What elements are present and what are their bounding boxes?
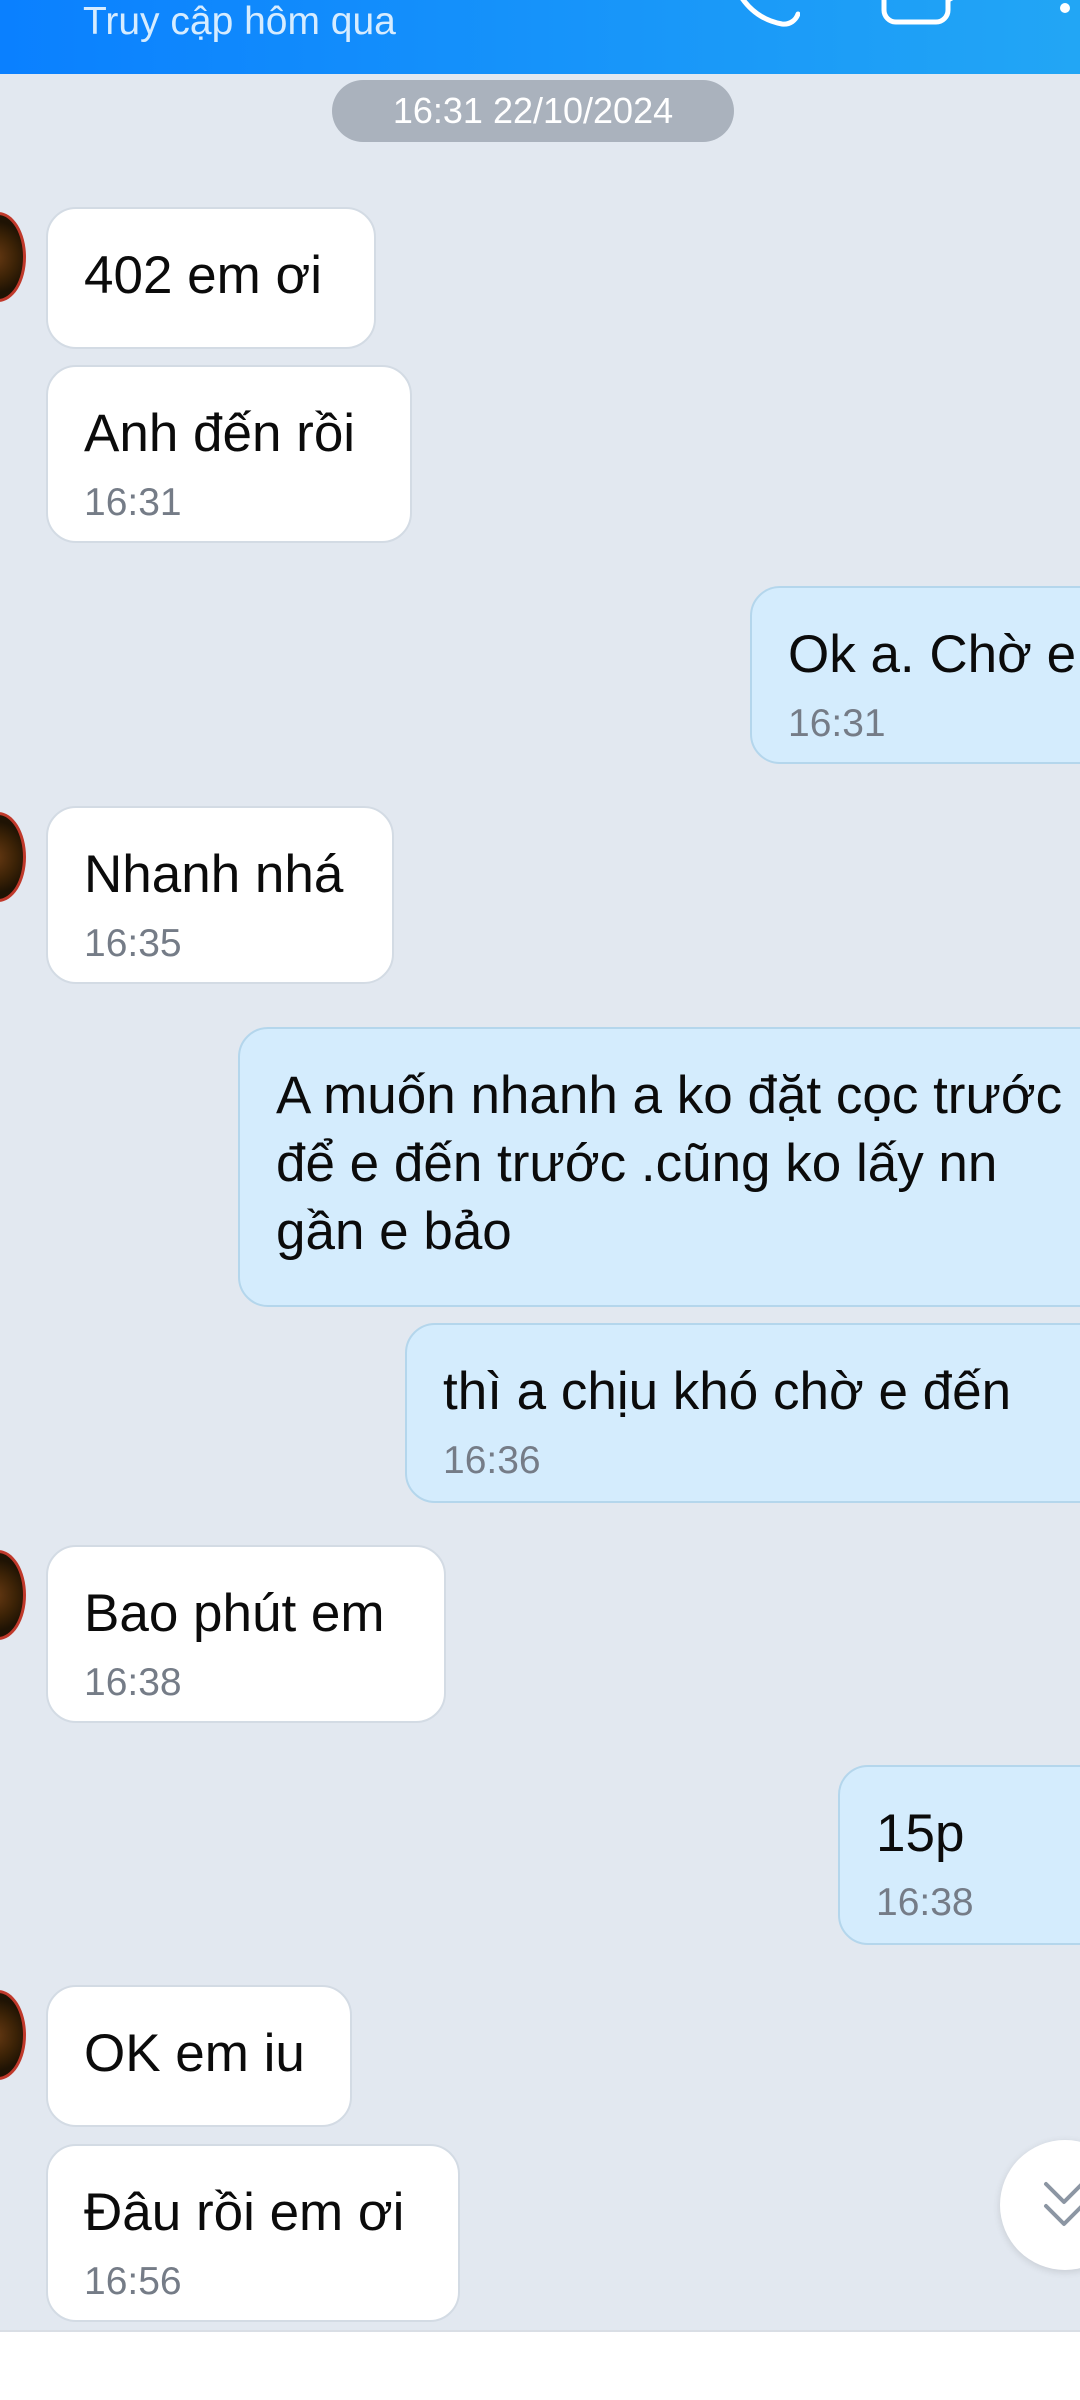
last-seen-status: Truy cập hôm qua bbox=[83, 0, 396, 43]
message-text: Bao phút em bbox=[84, 1584, 385, 1643]
message-bubble-outgoing[interactable]: A muốn nhanh a ko đặt cọc trước để e đến… bbox=[238, 1027, 1080, 1307]
phone-call-icon[interactable] bbox=[730, 0, 800, 30]
message-text: OK em iu bbox=[84, 2024, 305, 2083]
message-text: thì a chịu khó chờ e đến bbox=[443, 1362, 1012, 1421]
chat-header: Truy cập hôm qua bbox=[0, 0, 1080, 74]
message-time: 16:31 bbox=[788, 702, 886, 745]
more-options-icon[interactable] bbox=[1055, 0, 1080, 30]
avatar[interactable] bbox=[0, 1550, 26, 1640]
avatar[interactable] bbox=[0, 812, 26, 902]
message-composer[interactable] bbox=[0, 2330, 1080, 2400]
message-bubble-incoming[interactable]: OK em iu bbox=[46, 1985, 352, 2127]
message-time: 16:38 bbox=[84, 1661, 182, 1704]
message-bubble-outgoing[interactable]: Ok a. Chờ e 16:31 bbox=[750, 586, 1080, 764]
message-time: 16:36 bbox=[443, 1439, 541, 1482]
message-text: Anh đến rồi bbox=[84, 404, 356, 463]
message-time: 16:56 bbox=[84, 2260, 182, 2303]
avatar[interactable] bbox=[0, 1990, 26, 2080]
message-bubble-incoming[interactable]: Nhanh nhá 16:35 bbox=[46, 806, 394, 984]
avatar[interactable] bbox=[0, 212, 26, 302]
message-text: 15p bbox=[876, 1804, 965, 1863]
message-text: A muốn nhanh a ko đặt cọc trước để e đến… bbox=[276, 1066, 1063, 1261]
date-separator: 16:31 22/10/2024 bbox=[332, 80, 734, 142]
message-text: Ok a. Chờ e bbox=[788, 625, 1077, 684]
message-time: 16:35 bbox=[84, 922, 182, 965]
message-text: Nhanh nhá bbox=[84, 845, 344, 904]
message-text: 402 em ơi bbox=[84, 246, 323, 305]
message-bubble-incoming[interactable]: 402 em ơi bbox=[46, 207, 376, 349]
message-time: 16:38 bbox=[876, 1881, 974, 1924]
video-call-icon[interactable] bbox=[880, 0, 980, 30]
message-bubble-incoming[interactable]: Bao phút em 16:38 bbox=[46, 1545, 446, 1723]
message-text: Đâu rồi em ơi bbox=[84, 2183, 405, 2242]
message-bubble-outgoing[interactable]: thì a chịu khó chờ e đến 16:36 bbox=[405, 1323, 1080, 1503]
chevron-double-down-icon bbox=[1044, 2182, 1080, 2226]
message-bubble-outgoing[interactable]: 15p 16:38 bbox=[838, 1765, 1080, 1945]
message-bubble-incoming[interactable]: Đâu rồi em ơi 16:56 bbox=[46, 2144, 460, 2322]
scroll-to-bottom-button[interactable] bbox=[1000, 2140, 1080, 2270]
message-bubble-incoming[interactable]: Anh đến rồi 16:31 bbox=[46, 365, 412, 543]
message-time: 16:31 bbox=[84, 481, 182, 524]
